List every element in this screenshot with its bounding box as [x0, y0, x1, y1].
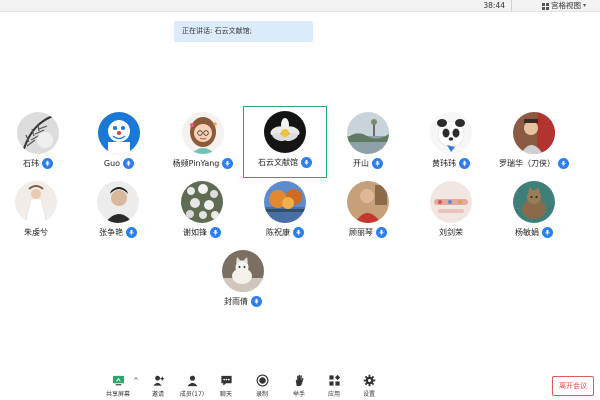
participant-tile[interactable]: 张争艳 — [76, 181, 160, 245]
participant-name: 陈祝康 — [266, 228, 290, 237]
participant-name: 杨频PinYang — [172, 159, 220, 168]
participant-tile[interactable]: 黄玮玮 — [409, 112, 493, 176]
participant-name: 谢如锋 — [183, 228, 207, 237]
avatar — [513, 112, 555, 154]
microphone-icon — [542, 227, 553, 238]
avatar — [222, 250, 264, 292]
raise-hand-label: 举手 — [292, 391, 305, 398]
microphone-icon — [301, 157, 312, 168]
add-user-icon — [152, 375, 164, 386]
microphone-icon — [222, 158, 234, 169]
chat-label: 聊天 — [219, 391, 232, 398]
raise-hand-icon — [295, 374, 304, 387]
microphone-icon — [293, 227, 304, 238]
participant-tile[interactable]: 杨敏娟 — [492, 181, 576, 245]
participant-name: 张争艳 — [99, 228, 123, 237]
leave-meeting-button[interactable]: 离开会议 — [552, 376, 594, 396]
participant-tile[interactable]: 朱虔兮 — [0, 181, 78, 245]
grid-view-button[interactable]: 宫格视图 ▾ — [541, 0, 586, 12]
participant-tile[interactable]: 罗瑞华（刀侠） — [492, 112, 576, 176]
chevron-down-icon: ▾ — [582, 2, 586, 9]
settings-label: 设置 — [362, 391, 375, 398]
avatar — [513, 181, 555, 223]
participant-tile[interactable]: 开山 — [326, 112, 410, 176]
avatar — [97, 181, 139, 223]
participant-name: 刘剑荣 — [439, 228, 463, 237]
participant-name: 朱虔兮 — [24, 228, 48, 237]
participant-tile[interactable]: 陈祝康 — [243, 181, 327, 245]
participant-name: Guo — [103, 159, 121, 168]
apps-label: 应用 — [327, 391, 340, 398]
microphone-icon — [210, 227, 221, 238]
participant-name: 封雨倩 — [224, 297, 248, 306]
gear-icon — [363, 374, 375, 387]
microphone-icon — [558, 158, 569, 169]
apps-icon — [328, 374, 340, 386]
microphone-icon — [376, 227, 387, 238]
participant-tile[interactable]: 石玮 — [0, 112, 80, 176]
microphone-icon — [123, 158, 135, 169]
participant-tile-active[interactable]: 石云文献馆 — [243, 106, 327, 178]
participant-name: 石玮 — [23, 159, 39, 168]
avatar — [347, 181, 389, 223]
microphone-icon — [251, 296, 262, 307]
avatar — [17, 112, 59, 154]
avatar — [15, 181, 57, 223]
grid-icon — [541, 2, 549, 10]
share-screen-label: 共享屏幕 — [105, 391, 130, 398]
participant-name: 黄玮玮 — [432, 159, 456, 168]
record-icon — [256, 374, 268, 387]
avatar — [264, 181, 306, 223]
avatar — [182, 112, 224, 154]
settings-button[interactable]: 设置 — [347, 374, 391, 400]
participant-tile[interactable]: 封雨倩 — [201, 250, 285, 314]
members-label: 成员(17) — [179, 391, 205, 398]
grid-view-label: 宫格视图 — [550, 1, 581, 10]
participant-tile[interactable]: 刘剑荣 — [409, 181, 493, 245]
participant-name: 开山 — [353, 159, 369, 168]
microphone-icon — [459, 158, 470, 169]
meeting-timer: 38:44 — [477, 0, 512, 12]
participant-tile[interactable]: 谢如锋 — [160, 181, 244, 245]
participant-name: 顾丽琴 — [349, 228, 373, 237]
share-screen-icon — [112, 375, 124, 386]
avatar — [264, 111, 306, 153]
microphone-icon — [372, 158, 383, 169]
speaking-banner: 正在讲话: 石云文献馆; — [174, 21, 313, 42]
participant-tile[interactable]: 顾丽琴 — [326, 181, 410, 245]
participant-name: 罗瑞华（刀侠） — [499, 159, 555, 168]
members-icon — [186, 375, 198, 387]
avatar — [430, 181, 472, 223]
avatar — [98, 112, 140, 154]
chat-icon — [220, 375, 232, 386]
invite-label: 邀请 — [151, 391, 164, 398]
participant-name: 石云文献馆 — [258, 158, 298, 167]
avatar — [347, 112, 389, 154]
microphone-icon — [42, 158, 53, 169]
participant-name: 杨敏娟 — [515, 228, 539, 237]
record-label: 录制 — [255, 391, 268, 398]
avatar — [181, 181, 223, 223]
avatar — [430, 112, 472, 154]
participant-tile[interactable]: Guo — [77, 112, 161, 176]
microphone-icon — [126, 227, 137, 238]
participant-tile[interactable]: 杨频PinYang — [161, 112, 245, 176]
